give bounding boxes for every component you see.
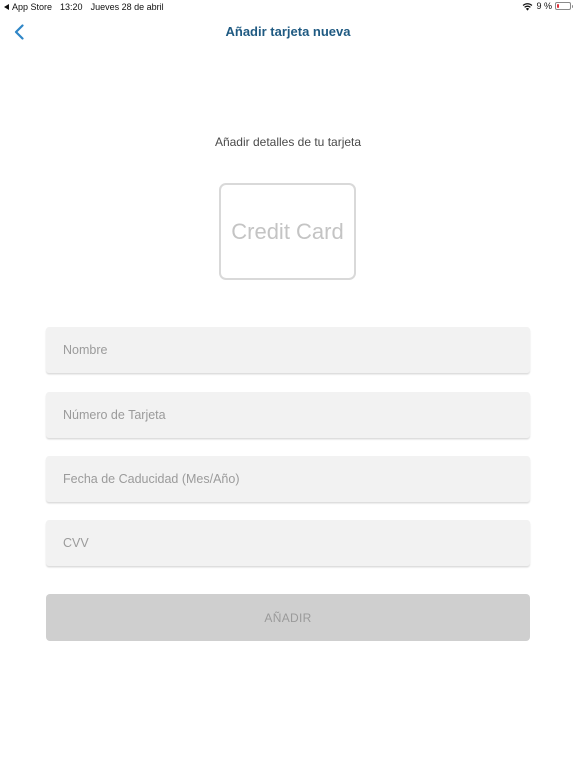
- add-card-screen: App Store 13:20 Jueves 28 de abril 9 % A…: [0, 0, 576, 768]
- page-title: Añadir tarjeta nueva: [225, 24, 351, 39]
- status-right: 9 %: [522, 1, 573, 11]
- expiry-date-placeholder: Fecha de Caducidad (Mes/Año): [63, 472, 240, 486]
- credit-card-preview: Credit Card: [219, 183, 356, 280]
- card-number-placeholder: Número de Tarjeta: [63, 408, 166, 422]
- battery-percent: 9 %: [536, 1, 552, 11]
- wifi-icon: [523, 2, 533, 11]
- back-to-app-icon[interactable]: [4, 4, 9, 10]
- name-placeholder: Nombre: [63, 343, 108, 357]
- section-title: Añadir detalles de tu tarjeta: [214, 135, 362, 149]
- status-date: Jueves 28 de abril: [90, 2, 164, 12]
- back-app-label[interactable]: App Store: [12, 2, 52, 12]
- status-time: 13:20: [60, 2, 83, 12]
- cvv-placeholder: CVV: [63, 536, 89, 550]
- credit-card-preview-label: Credit Card: [231, 218, 344, 244]
- add-card-button[interactable]: AÑADIR: [46, 594, 530, 641]
- cvv-field[interactable]: CVV: [46, 520, 530, 566]
- name-field[interactable]: Nombre: [46, 327, 530, 373]
- expiry-date-field[interactable]: Fecha de Caducidad (Mes/Año): [46, 456, 530, 502]
- battery-icon: [555, 2, 573, 10]
- status-bar: App Store 13:20 Jueves 28 de abril 9 %: [0, 0, 576, 14]
- status-left[interactable]: App Store 13:20 Jueves 28 de abril: [4, 2, 164, 12]
- battery-level: [557, 4, 559, 8]
- card-number-field[interactable]: Número de Tarjeta: [46, 392, 530, 438]
- add-card-button-label: AÑADIR: [264, 610, 312, 625]
